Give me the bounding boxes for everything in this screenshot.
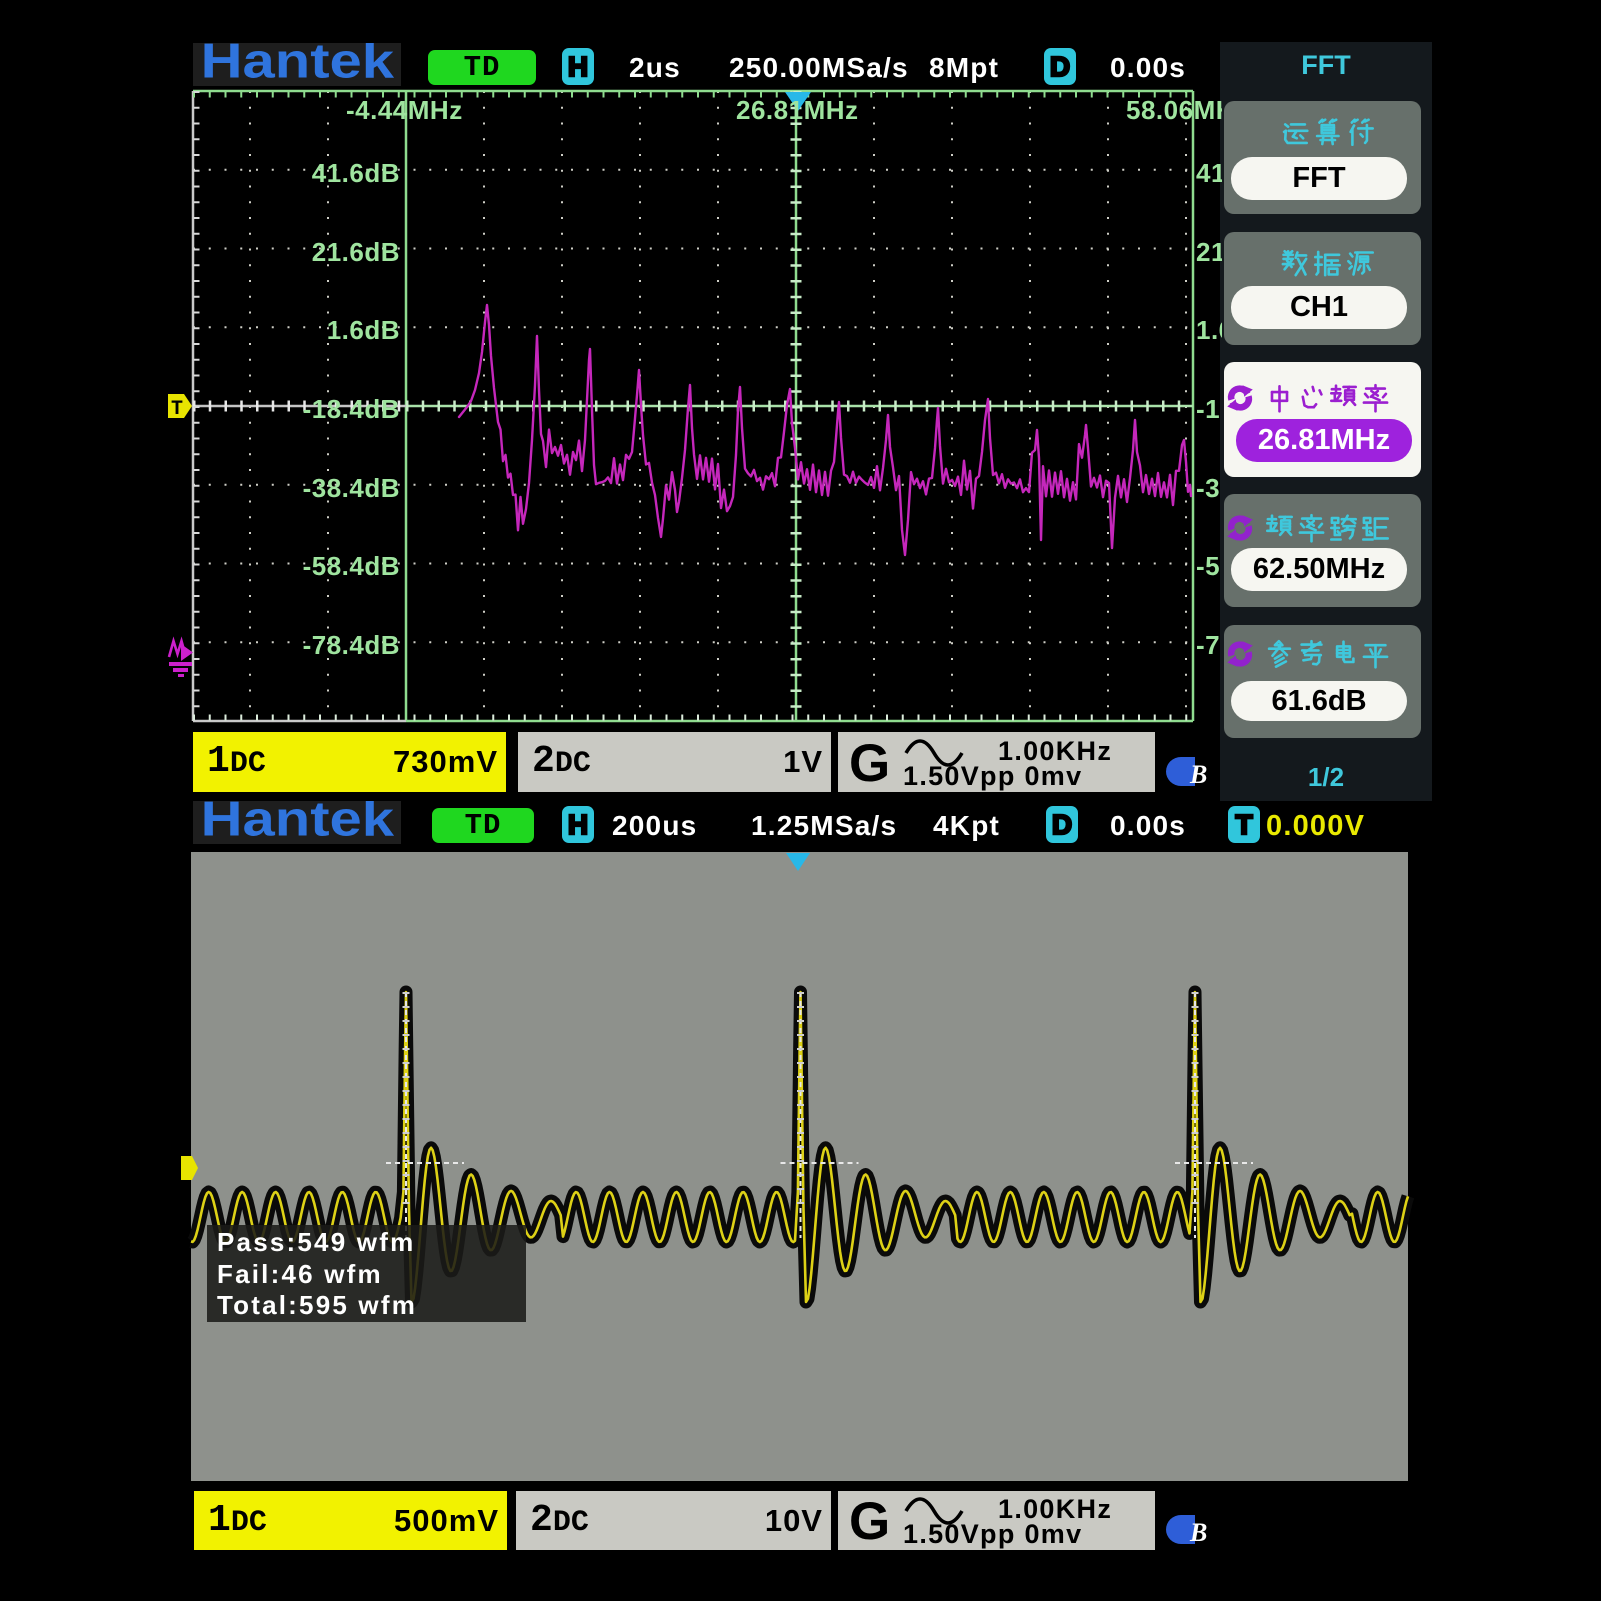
svg-text:1.50Vpp 0mv: 1.50Vpp 0mv: [903, 761, 1082, 791]
svg-text:1.50Vpp 0mv: 1.50Vpp 0mv: [903, 1519, 1082, 1549]
svg-text:T: T: [171, 398, 183, 421]
svg-text:B: B: [1189, 760, 1207, 789]
svg-text:B: B: [1189, 1518, 1207, 1547]
svg-text:G: G: [849, 734, 892, 793]
svg-text:G: G: [849, 1492, 892, 1551]
